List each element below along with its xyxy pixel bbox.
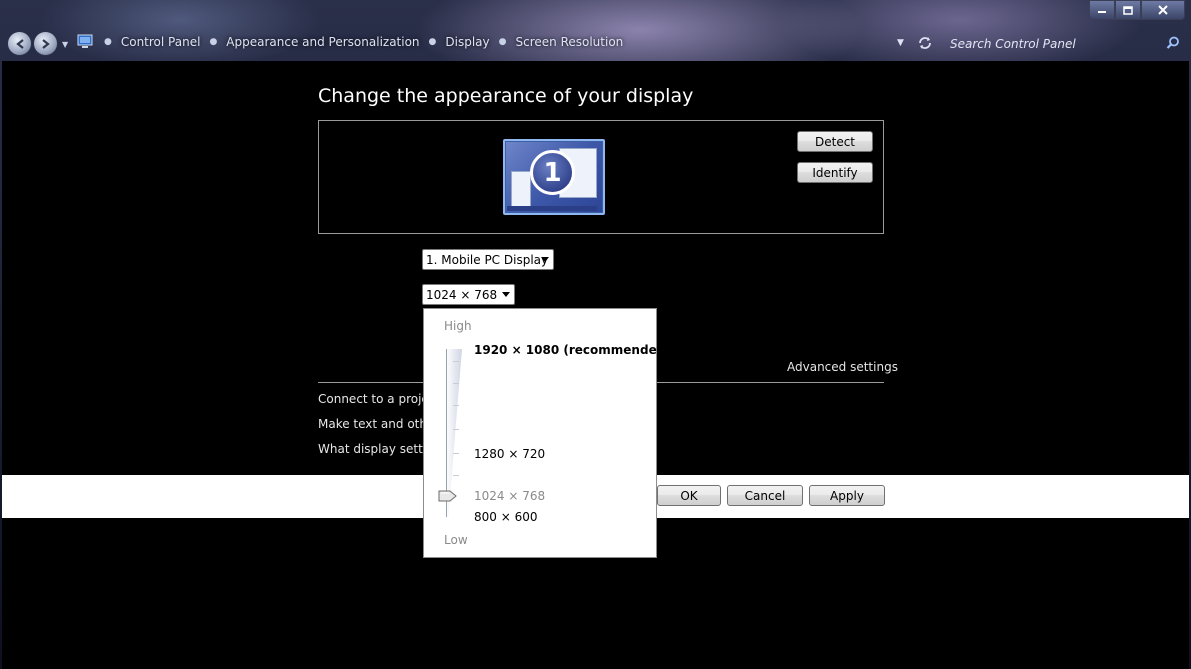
- chevron-down-icon: [541, 257, 549, 262]
- search-icon[interactable]: [1166, 36, 1180, 53]
- connect-projector-link[interactable]: Connect to a projec: [318, 392, 435, 406]
- breadcrumb-separator-icon[interactable]: ●: [499, 37, 507, 47]
- close-button[interactable]: [1141, 0, 1185, 20]
- resolution-option[interactable]: 1920 × 1080 (recommended): [474, 343, 671, 357]
- breadcrumb-screen-resolution[interactable]: Screen Resolution: [516, 35, 624, 49]
- text-size-link[interactable]: Make text and other: [318, 417, 439, 431]
- address-dropdown-icon[interactable]: ▼: [897, 38, 904, 48]
- identify-button[interactable]: Identify: [797, 162, 873, 183]
- slider-tick: [453, 429, 459, 430]
- forward-button[interactable]: [33, 31, 58, 56]
- content-pane: Change the appearance of your display 1 …: [2, 61, 1189, 669]
- maximize-icon: [1123, 5, 1133, 15]
- resolution-select-value: 1024 × 768: [426, 287, 498, 302]
- control-panel-icon: [77, 34, 93, 53]
- resolution-select[interactable]: 1024 × 768: [422, 284, 515, 305]
- advanced-settings-link[interactable]: Advanced settings: [787, 360, 898, 374]
- apply-button[interactable]: Apply: [809, 485, 885, 506]
- slider-tick: [453, 453, 459, 454]
- forward-icon: [41, 38, 50, 49]
- mini-taskbar-icon: [507, 206, 597, 211]
- breadcrumb-separator-icon[interactable]: ●: [429, 37, 437, 47]
- slider-high-label: High: [444, 319, 472, 333]
- resolution-option[interactable]: 1280 × 720: [474, 447, 545, 461]
- breadcrumb-control-panel[interactable]: Control Panel: [121, 35, 201, 49]
- resolution-option-current[interactable]: 1024 × 768: [474, 489, 545, 503]
- chevron-down-icon: [502, 292, 510, 297]
- search-input[interactable]: [948, 33, 1168, 55]
- recent-pages-chevron-icon[interactable]: ▼: [62, 40, 68, 49]
- display-arrangement-area: 1 Detect Identify: [318, 120, 884, 234]
- slider-tick: [453, 475, 459, 476]
- breadcrumb-appearance[interactable]: Appearance and Personalization: [226, 35, 419, 49]
- display-select[interactable]: 1. Mobile PC Display: [422, 249, 554, 270]
- close-icon: [1158, 5, 1168, 15]
- breadcrumb: ● Control Panel ● Appearance and Persona…: [95, 35, 623, 49]
- monitor-1-thumbnail[interactable]: 1: [503, 139, 605, 215]
- minimize-button[interactable]: [1089, 0, 1115, 20]
- ok-button[interactable]: OK: [657, 485, 721, 506]
- monitor-number-badge: 1: [530, 150, 575, 195]
- resolution-option[interactable]: 800 × 600: [474, 510, 538, 524]
- display-select-value: 1. Mobile PC Display: [426, 252, 549, 267]
- refresh-icon[interactable]: [917, 35, 933, 54]
- breadcrumb-display[interactable]: Display: [445, 35, 489, 49]
- detect-button[interactable]: Detect: [797, 131, 873, 152]
- breadcrumb-separator-icon[interactable]: ●: [104, 37, 112, 47]
- maximize-button[interactable]: [1115, 0, 1141, 20]
- back-button[interactable]: [7, 31, 32, 56]
- mini-window-icon: [511, 171, 531, 207]
- resolution-slider-popup: High 1920 × 1080 (recommended) 1280 × 72…: [423, 308, 671, 558]
- minimize-icon: [1098, 11, 1106, 13]
- breadcrumb-separator-icon[interactable]: ●: [209, 37, 217, 47]
- slider-tick: [453, 405, 459, 406]
- resolution-slider-thumb[interactable]: [438, 490, 458, 505]
- page-title: Change the appearance of your display: [318, 85, 694, 107]
- cancel-button[interactable]: Cancel: [727, 485, 803, 506]
- slider-tick: [453, 383, 459, 384]
- slider-low-label: Low: [444, 533, 468, 547]
- address-bar: ▼ ● Control Panel ● Appearance and Perso…: [0, 28, 1191, 58]
- back-icon: [15, 38, 24, 49]
- slider-tick: [453, 361, 459, 362]
- window-caption-buttons: [1089, 0, 1185, 20]
